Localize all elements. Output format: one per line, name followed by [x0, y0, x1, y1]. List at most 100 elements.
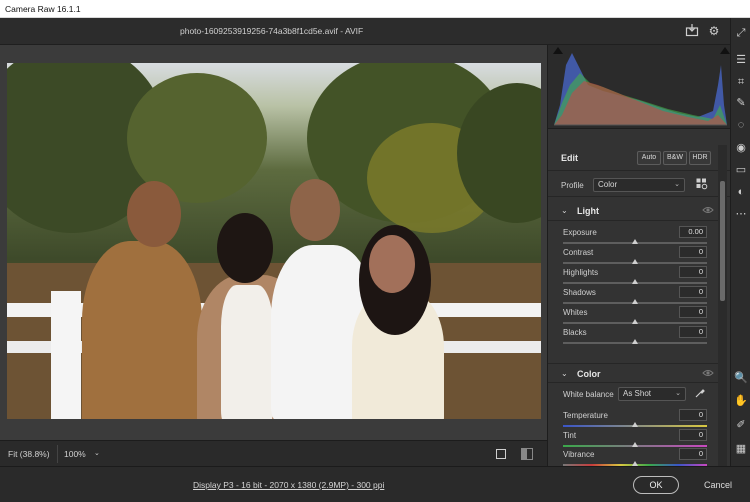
visibility-eye-icon[interactable]: [702, 367, 714, 379]
slider-thumb[interactable]: [632, 442, 638, 447]
grid-overlay-icon[interactable]: ▦: [734, 442, 748, 456]
tool-strip: ⤢ ☰ ⌗ ✎ ◌ ◉ ▭ ◐ ⋯ 🔍 ✋ ✐ ▦: [730, 18, 750, 466]
window-titlebar: Camera Raw 16.1.1: [0, 0, 750, 18]
slider-label: Temperature: [563, 411, 608, 420]
divider: [57, 445, 58, 463]
vibrance-slider[interactable]: Vibrance 0: [548, 448, 718, 468]
white-balance-value: As Shot: [623, 389, 652, 398]
slider-value-input[interactable]: 0: [679, 266, 707, 278]
slider-track[interactable]: [563, 422, 707, 427]
slider-track[interactable]: [563, 339, 707, 344]
shadows-slider[interactable]: Shadows 0: [548, 286, 718, 306]
fullscreen-toggle-icon[interactable]: ⤢: [734, 26, 748, 40]
white-balance-select[interactable]: As Shot ⌄: [618, 387, 686, 401]
chevron-down-icon: ⌄: [561, 206, 568, 215]
slider-track[interactable]: [563, 279, 707, 284]
snapshots-icon[interactable]: ▭: [734, 163, 748, 177]
file-name: photo-1609253919256-74a3b8f1cd5e.avif - …: [180, 26, 364, 36]
slider-thumb[interactable]: [632, 239, 638, 244]
histogram-graph: [554, 53, 727, 126]
light-section-header[interactable]: ⌄ Light: [548, 201, 718, 221]
eyedropper-icon[interactable]: [694, 387, 706, 399]
edit-header: Edit Auto B&W HDR: [548, 145, 731, 171]
slider-label: Vibrance: [563, 450, 595, 459]
window-title: Camera Raw 16.1.1: [5, 4, 81, 14]
slider-thumb[interactable]: [632, 259, 638, 264]
chevron-down-icon: ⌄: [674, 181, 680, 188]
slider-value-input[interactable]: 0: [679, 326, 707, 338]
gear-icon[interactable]: ⚙: [706, 23, 722, 39]
auto-button[interactable]: Auto: [637, 151, 661, 165]
temperature-slider[interactable]: Temperature 0: [548, 409, 718, 429]
slider-thumb[interactable]: [632, 319, 638, 324]
zoom-percent-button[interactable]: 100%: [64, 441, 86, 467]
profile-row: Profile Color ⌄: [548, 173, 731, 197]
hdr-button[interactable]: HDR: [689, 151, 711, 165]
profile-value: Color: [598, 180, 618, 189]
image-viewport[interactable]: [0, 45, 547, 440]
hand-tool-icon[interactable]: ✋: [734, 394, 748, 408]
slider-thumb[interactable]: [632, 299, 638, 304]
slider-value-input[interactable]: 0: [679, 286, 707, 298]
slider-thumb[interactable]: [632, 422, 638, 427]
save-download-icon[interactable]: [684, 23, 700, 39]
profile-browser-grid-icon[interactable]: [696, 178, 708, 190]
visibility-eye-icon[interactable]: [702, 204, 714, 216]
ok-button[interactable]: OK: [633, 476, 679, 494]
slider-track[interactable]: [563, 239, 707, 244]
file-header: photo-1609253919256-74a3b8f1cd5e.avif - …: [0, 18, 730, 45]
edit-title: Edit: [561, 153, 578, 163]
slider-label: Contrast: [563, 248, 594, 257]
workflow-options-link[interactable]: Display P3 - 16 bit - 2070 x 1380 (2.9MP…: [193, 480, 384, 490]
color-section-header[interactable]: ⌄ Color: [548, 363, 718, 383]
slider-label: Whites: [563, 308, 588, 317]
slider-track[interactable]: [563, 259, 707, 264]
slider-label: Shadows: [563, 288, 596, 297]
zoom-tool-icon[interactable]: 🔍: [734, 371, 748, 385]
cancel-button[interactable]: Cancel: [698, 476, 738, 494]
chevron-down-icon: ⌄: [675, 390, 681, 397]
contrast-slider[interactable]: Contrast 0: [548, 246, 718, 266]
edit-panel: Edit Auto B&W HDR Profile Color ⌄ ⌄ Ligh…: [547, 45, 731, 468]
presets-icon[interactable]: ◐: [734, 185, 748, 199]
bottom-bar: Display P3 - 16 bit - 2070 x 1380 (2.9MP…: [0, 466, 750, 502]
slider-label: Blacks: [563, 328, 587, 337]
healing-brush-icon[interactable]: ✎: [734, 96, 748, 110]
profile-select[interactable]: Color ⌄: [593, 178, 685, 192]
slider-value-input[interactable]: 0.00: [679, 226, 707, 238]
tint-slider[interactable]: Tint 0: [548, 429, 718, 449]
color-sampler-icon[interactable]: ✐: [734, 418, 748, 432]
more-options-icon[interactable]: ⋯: [734, 207, 748, 221]
histogram: [548, 45, 731, 129]
slider-thumb[interactable]: [632, 339, 638, 344]
compare-view-icon[interactable]: [521, 448, 533, 460]
blacks-slider[interactable]: Blacks 0: [548, 326, 718, 346]
exposure-slider[interactable]: Exposure 0.00: [548, 226, 718, 246]
slider-value-input[interactable]: 0: [679, 448, 707, 460]
zoom-fit-button[interactable]: Fit (38.8%): [8, 441, 50, 467]
slider-track[interactable]: [563, 442, 707, 447]
zoom-dropdown-chevron-icon[interactable]: ⌄: [94, 441, 100, 467]
slider-thumb[interactable]: [632, 279, 638, 284]
slider-value-input[interactable]: 0: [679, 409, 707, 421]
slider-value-input[interactable]: 0: [679, 429, 707, 441]
edit-sliders-icon[interactable]: ☰: [734, 53, 748, 67]
slider-label: Tint: [563, 431, 577, 440]
masking-icon[interactable]: ◌: [734, 118, 748, 132]
slider-track[interactable]: [563, 319, 707, 324]
highlights-slider[interactable]: Highlights 0: [548, 266, 718, 286]
crop-icon[interactable]: ⌗: [734, 75, 748, 89]
panel-scrollbar[interactable]: [718, 145, 727, 466]
scrollbar-thumb[interactable]: [720, 181, 725, 301]
color-section-title: Color: [577, 369, 601, 379]
red-eye-icon[interactable]: ◉: [734, 141, 748, 155]
slider-value-input[interactable]: 0: [679, 246, 707, 258]
before-after-toggle-icon[interactable]: [496, 449, 506, 459]
slider-track[interactable]: [563, 299, 707, 304]
bw-button[interactable]: B&W: [663, 151, 687, 165]
slider-value-input[interactable]: 0: [679, 306, 707, 318]
zoom-bar: Fit (38.8%) 100% ⌄: [0, 440, 547, 466]
slider-label: Exposure: [563, 228, 597, 237]
chevron-down-icon: ⌄: [561, 369, 568, 378]
whites-slider[interactable]: Whites 0: [548, 306, 718, 326]
